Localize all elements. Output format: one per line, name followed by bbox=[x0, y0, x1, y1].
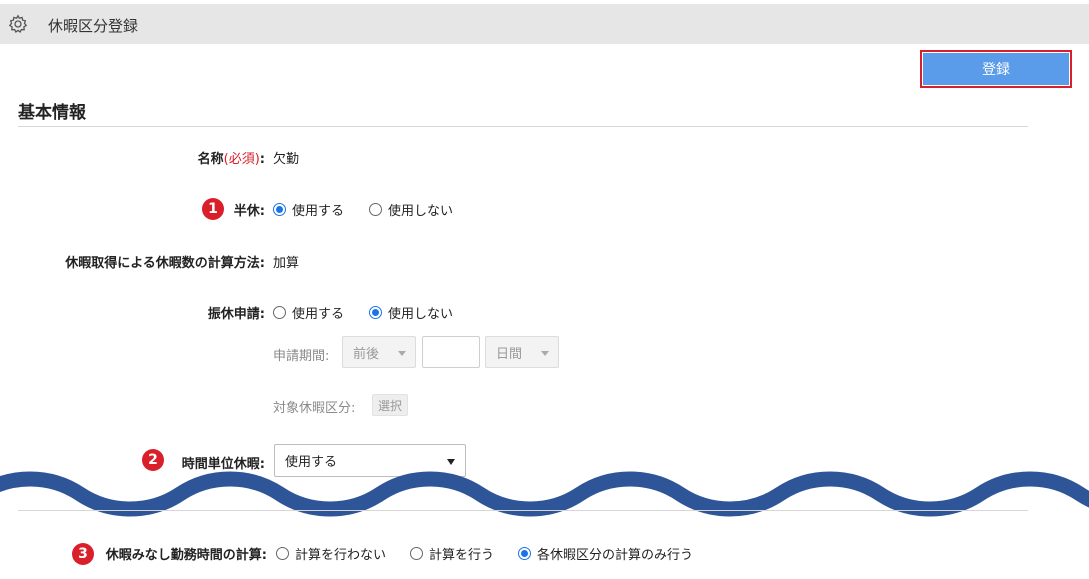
half-day-label: 半休: bbox=[233, 204, 265, 219]
step-badge-1: 1 bbox=[202, 198, 224, 220]
deemed-radio-each-only[interactable]: 各休暇区分の計算のみ行う bbox=[518, 544, 693, 563]
radio-unselected-icon bbox=[410, 547, 423, 560]
radio-label: 計算を行わない bbox=[295, 548, 387, 563]
radio-label: 使用しない bbox=[388, 204, 454, 219]
section-title: 基本情報 bbox=[18, 103, 86, 123]
target-label: 対象休暇区分: bbox=[273, 401, 356, 416]
name-value: 欠勤 bbox=[273, 152, 300, 167]
radio-label: 計算を行う bbox=[429, 548, 495, 563]
radio-label: 使用しない bbox=[388, 307, 454, 322]
radio-unselected-icon bbox=[369, 203, 382, 216]
radio-label: 各休暇区分の計算のみ行う bbox=[537, 548, 694, 563]
section-divider bbox=[18, 126, 1028, 127]
radio-selected-icon bbox=[518, 547, 531, 560]
required-mark: (必須) bbox=[223, 152, 260, 167]
radio-selected-icon bbox=[273, 203, 286, 216]
radio-label: 使用する bbox=[292, 307, 345, 322]
period-number-input[interactable] bbox=[422, 336, 480, 368]
half-day-radio-not-use[interactable]: 使用しない bbox=[369, 200, 453, 219]
caret-down-icon bbox=[447, 459, 455, 465]
period-direction-select[interactable]: 前後 bbox=[342, 336, 416, 368]
title-bar: 休暇区分登録 bbox=[0, 4, 1089, 44]
radio-selected-icon bbox=[369, 306, 382, 319]
step-badge-2: 2 bbox=[142, 449, 164, 471]
radio-label: 使用する bbox=[292, 204, 345, 219]
deemed-radio-none[interactable]: 計算を行わない bbox=[276, 544, 386, 563]
half-day-radio-use[interactable]: 使用する bbox=[273, 200, 344, 219]
calc-method-label: 休暇取得による休暇数の計算方法: bbox=[65, 256, 265, 271]
name-label: 名称(必須): bbox=[198, 148, 265, 167]
radio-unselected-icon bbox=[273, 306, 286, 319]
period-direction-value: 前後 bbox=[353, 346, 380, 362]
deemed-radio-calc[interactable]: 計算を行う bbox=[410, 544, 494, 563]
hourly-select-value: 使用する bbox=[285, 455, 338, 470]
radio-unselected-icon bbox=[276, 547, 289, 560]
calc-method-value: 加算 bbox=[273, 256, 300, 271]
wave-divider bbox=[0, 471, 1089, 517]
deemed-label: 休暇みなし勤務時間の計算: bbox=[105, 548, 267, 563]
period-label: 申請期間: bbox=[273, 349, 330, 364]
chevron-down-icon bbox=[398, 351, 406, 356]
name-label-colon: : bbox=[259, 152, 265, 167]
chevron-down-icon bbox=[541, 351, 549, 356]
substitute-radio-use[interactable]: 使用する bbox=[273, 303, 344, 322]
name-label-text: 名称 bbox=[197, 152, 224, 167]
period-unit-select[interactable]: 日間 bbox=[485, 336, 559, 368]
period-unit-value: 日間 bbox=[496, 346, 523, 362]
section-divider-bottom bbox=[18, 510, 1028, 511]
target-select-button[interactable]: 選択 bbox=[372, 394, 408, 416]
register-button-label: 登録 bbox=[923, 53, 1069, 85]
page-title: 休暇区分登録 bbox=[48, 17, 139, 35]
substitute-radio-not-use[interactable]: 使用しない bbox=[369, 303, 453, 322]
register-button[interactable]: 登録 bbox=[920, 50, 1072, 88]
step-badge-3: 3 bbox=[72, 543, 94, 565]
gear-icon[interactable] bbox=[8, 14, 28, 34]
substitute-label: 振休申請: bbox=[207, 307, 265, 322]
